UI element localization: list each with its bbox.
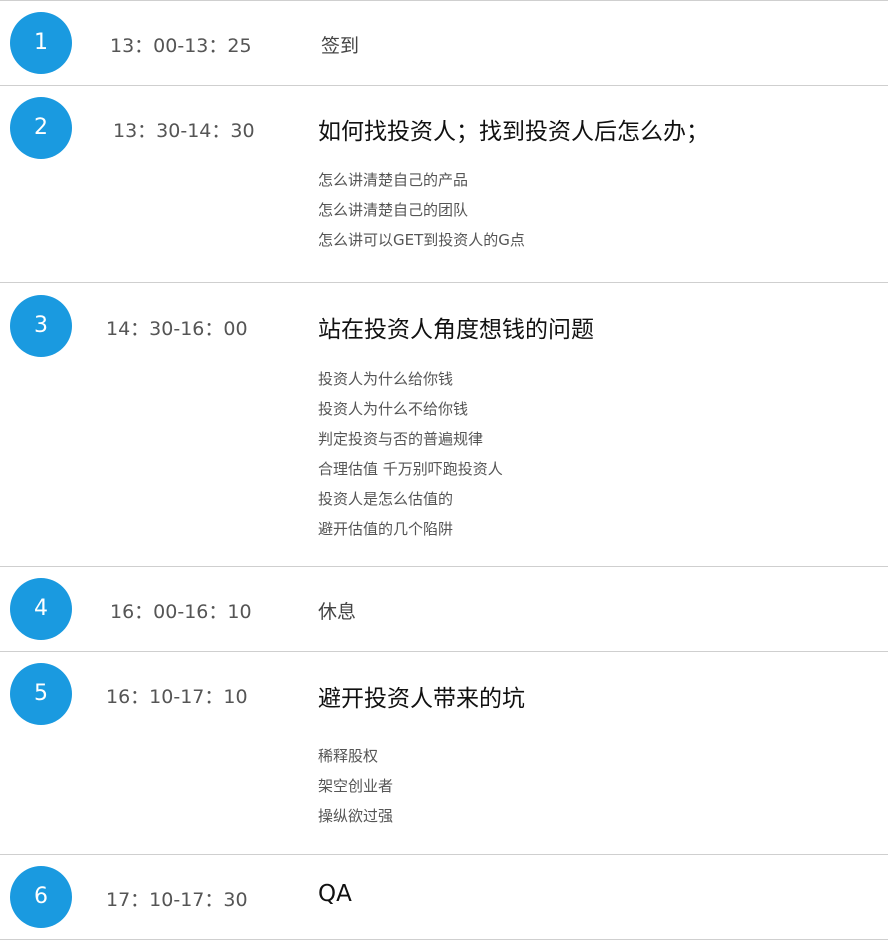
session-topic: 怎么讲清楚自己的产品 [318, 171, 469, 189]
session-topic: 投资人为什么不给你钱 [318, 400, 469, 418]
divider [0, 0, 888, 1]
step-number-badge: 5 [10, 663, 72, 725]
session-time: 13：00-13：25 [110, 35, 252, 57]
session-title: 避开投资人带来的坑 [318, 686, 525, 712]
divider [0, 566, 888, 567]
session-topic-list: 怎么讲清楚自己的产品 怎么讲清楚自己的团队 怎么讲可以GET到投资人的G点 [318, 170, 525, 260]
session-topic: 怎么讲可以GET到投资人的G点 [318, 231, 525, 249]
session-time: 17：10-17：30 [106, 889, 248, 911]
divider [0, 651, 888, 652]
session-title: 站在投资人角度想钱的问题 [318, 317, 594, 343]
session-title: 签到 [321, 35, 360, 57]
step-number-badge: 3 [10, 295, 72, 357]
divider [0, 85, 888, 86]
session-topic: 怎么讲清楚自己的团队 [318, 201, 469, 219]
session-topic: 架空创业者 [318, 777, 394, 795]
session-topic: 避开估值的几个陷阱 [318, 520, 454, 538]
session-topic: 稀释股权 [318, 747, 379, 765]
session-time: 13：30-14：30 [113, 120, 255, 142]
step-number-badge: 6 [10, 866, 72, 928]
session-topic: 合理估值 千万别吓跑投资人 [318, 460, 503, 478]
session-topic: 操纵欲过强 [318, 807, 394, 825]
session-time: 16：00-16：10 [110, 601, 252, 623]
session-title: QA [318, 881, 352, 907]
session-title: 休息 [318, 601, 357, 623]
session-topic-list: 投资人为什么给你钱 投资人为什么不给你钱 判定投资与否的普遍规律 合理估值 千万… [318, 369, 503, 549]
session-title: 如何找投资人；找到投资人后怎么办； [318, 119, 709, 145]
session-topic: 投资人是怎么估值的 [318, 490, 454, 508]
session-time: 14：30-16：00 [106, 318, 248, 340]
session-time: 16：10-17：10 [106, 686, 248, 708]
step-number-badge: 2 [10, 97, 72, 159]
step-number-badge: 4 [10, 578, 72, 640]
divider [0, 854, 888, 855]
session-topic: 投资人为什么给你钱 [318, 370, 454, 388]
session-topic: 判定投资与否的普遍规律 [318, 430, 484, 448]
session-topic-list: 稀释股权 架空创业者 操纵欲过强 [318, 746, 393, 836]
step-number-badge: 1 [10, 12, 72, 74]
divider [0, 282, 888, 283]
